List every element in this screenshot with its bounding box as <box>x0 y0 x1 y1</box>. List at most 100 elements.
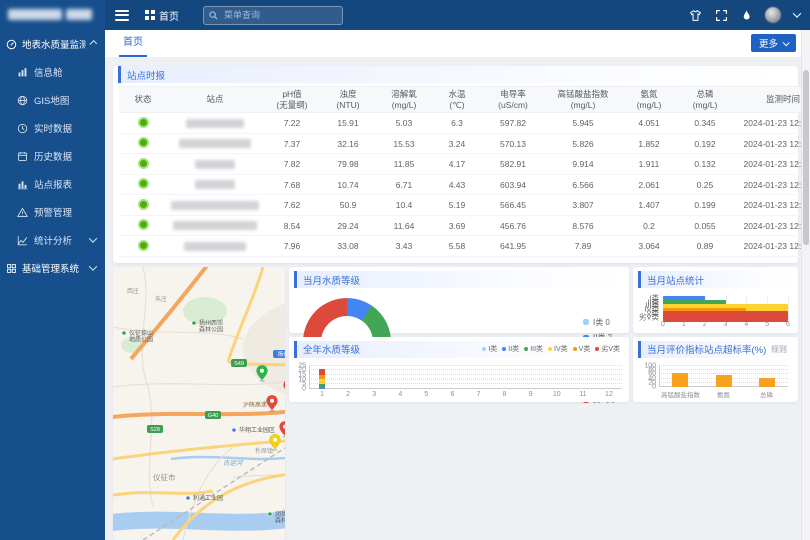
road-badge: S49 <box>234 361 244 367</box>
stacked-bar-segment <box>319 375 325 379</box>
table-row[interactable]: 7.8279.9811.854.17582.919.9141.9110.1322… <box>119 154 810 175</box>
more-button[interactable]: 更多 <box>751 34 796 52</box>
map-label: 仪征捺山地质公园 <box>129 329 153 344</box>
more-button-label: 更多 <box>759 36 778 50</box>
cell-value: 79.98 <box>321 154 375 175</box>
station-name-redacted <box>195 180 235 189</box>
avatar[interactable] <box>765 7 781 23</box>
sidebar-item-station-report[interactable]: 站点报表 <box>0 170 105 198</box>
vbar <box>672 373 688 387</box>
cell-value: 6.566 <box>545 174 621 195</box>
cell-value: 1.407 <box>621 195 677 216</box>
hbar <box>663 311 788 322</box>
page-scrollbar-track[interactable] <box>801 30 810 540</box>
flame-icon[interactable] <box>741 9 752 22</box>
panel-title: 当月水质等级 <box>303 273 360 287</box>
table-row[interactable]: 7.9633.083.435.58641.957.893.0640.892024… <box>119 236 810 257</box>
stacked-bar-segment <box>319 369 325 375</box>
sidebar-item-alert-management[interactable]: 预警管理 <box>0 198 105 226</box>
panel-exceedance-rate: 当月评价指标站点超标率(%) 规则 020406080100高锰酸盐指数氨氮总磷 <box>633 337 798 402</box>
cell-value: 0.055 <box>677 215 733 236</box>
stacked-bar-segment <box>319 387 325 389</box>
legend-item[interactable]: 劣V类 <box>595 344 620 354</box>
column-header: 高锰酸盐指数(mg/L) <box>545 87 621 113</box>
cell-value: 11.85 <box>375 154 433 175</box>
legend-item[interactable]: V类 <box>573 344 591 354</box>
sidebar-item-statistics[interactable]: 统计分析 <box>0 226 105 254</box>
menu-search[interactable] <box>203 6 343 25</box>
cell-value: 1.911 <box>621 154 677 175</box>
station-name-redacted <box>184 242 246 251</box>
cell-value: 5.58 <box>433 236 481 257</box>
panel-title: 当月评价指标站点超标率(%) <box>647 342 766 356</box>
map-label: 华翔工业园区 <box>239 426 275 434</box>
station-name-redacted <box>173 221 257 230</box>
legend-item[interactable]: I类 <box>482 344 497 354</box>
table-row[interactable]: 7.3732.1615.533.24570.135.8261.8520.1922… <box>119 133 810 154</box>
panel-title: 站点时报 <box>127 68 165 82</box>
hamburger-menu-icon[interactable] <box>115 7 129 23</box>
topbar: 首页 <box>105 0 810 30</box>
sidebar-item-surface-water-system[interactable]: 地表水质量监测系统 <box>0 30 105 58</box>
tab-home[interactable]: 首页 <box>119 30 147 57</box>
sidebar-item-label: 基础管理系统 <box>22 261 79 275</box>
chevron-down-icon[interactable] <box>793 9 801 17</box>
cell-value: 7.96 <box>263 236 321 257</box>
column-header: 溶解氧(mg/L) <box>375 87 433 113</box>
right-column: 当月站点统计 0123456I类II类III类IV类V类劣V类 当月评价指标站点… <box>633 267 798 402</box>
map-label: 扬州西郊森林公园 <box>199 319 223 334</box>
page-scrollbar-thumb[interactable] <box>803 70 809 245</box>
station-name-redacted <box>195 160 235 169</box>
cell-value: 8.54 <box>263 215 321 236</box>
table-row[interactable]: 7.6810.746.714.43603.946.5662.0610.25202… <box>119 174 810 195</box>
cell-value: 2024-01-23 12:00:00 <box>733 215 810 236</box>
table-row[interactable]: 7.2215.915.036.3597.825.9454.0510.345202… <box>119 113 810 134</box>
sidebar-item-realtime-data[interactable]: 实时数据 <box>0 114 105 142</box>
rules-link[interactable]: 规则 <box>771 344 787 355</box>
search-icon <box>209 11 218 20</box>
road-badge: S28 <box>150 427 160 433</box>
cell-value: 0.199 <box>677 195 733 216</box>
station-name-redacted <box>186 119 244 128</box>
cell-value: 2024-01-23 12:00:00 <box>733 195 810 216</box>
hbar-plot-area: 0123456I类II类III类IV类V类劣V类 <box>663 296 788 319</box>
table-row[interactable]: 8.5429.2411.643.69456.768.5760.20.055202… <box>119 215 810 236</box>
table-row[interactable]: 7.6250.910.45.19566.453.8071.4070.199202… <box>119 195 810 216</box>
breadcrumb[interactable]: 首页 <box>145 8 179 23</box>
status-dot <box>138 178 149 189</box>
panel-title-bar: 当月站点统计 <box>638 271 793 288</box>
theme-shirt-icon[interactable] <box>689 9 702 22</box>
column-header: 浊度(NTU) <box>321 87 375 113</box>
cell-value: 0.345 <box>677 113 733 134</box>
monitor-system-icon <box>6 39 17 50</box>
map-panel: 扬州站春江路G40S49S28G2沪陕高速京沪高速 扬州市江都区仪征市西庄朱庄朴… <box>113 267 285 540</box>
road-badge: 扬州站 <box>278 350 285 358</box>
fullscreen-icon[interactable] <box>715 9 728 22</box>
sidebar-item-info-hub[interactable]: 信息舱 <box>0 58 105 86</box>
breadcrumb-label: 首页 <box>159 8 179 23</box>
legend-item[interactable]: IV类 <box>548 344 568 354</box>
cell-value: 2024-01-23 12:00:00 <box>733 154 810 175</box>
stacked-legend: I类 II类 III类 IV类 V类劣V类 <box>482 344 620 354</box>
legend-item[interactable]: II类 <box>502 344 519 354</box>
sidebar-item-history-data[interactable]: 历史数据 <box>0 142 105 170</box>
cell-value: 0.132 <box>677 154 733 175</box>
trend-line-icon <box>17 235 28 246</box>
map-label: 西庄 <box>127 287 139 295</box>
city-map[interactable]: 扬州站春江路G40S49S28G2沪陕高速京沪高速 扬州市江都区仪征市西庄朱庄朴… <box>113 267 285 540</box>
legend-item[interactable]: I类 0 <box>583 317 621 328</box>
sidebar-item-gis-map[interactable]: GIS地图 <box>0 86 105 114</box>
search-input[interactable] <box>222 9 326 21</box>
chevron-down-icon <box>89 262 97 270</box>
sidebar-item-label: 地表水质量监测系统 <box>22 37 86 51</box>
stacked-bar-segment <box>319 379 325 385</box>
map-label: 古运河 <box>223 459 244 467</box>
alert-icon <box>17 207 28 218</box>
panel-title-bar: 当月评价指标站点超标率(%) 规则 <box>638 341 793 358</box>
station-name-redacted <box>179 139 251 148</box>
legend-item[interactable]: III类 <box>524 344 543 354</box>
cell-value: 582.91 <box>481 154 545 175</box>
dashboard-grid: 当月水质等级 I类 0II类 2III类 3IV类 6V类 4劣V类 6 全年水… <box>113 267 798 540</box>
cell-value: 2024-01-23 12:00:00 <box>733 236 810 257</box>
sidebar-item-base-management-system[interactable]: 基础管理系统 <box>0 254 105 282</box>
